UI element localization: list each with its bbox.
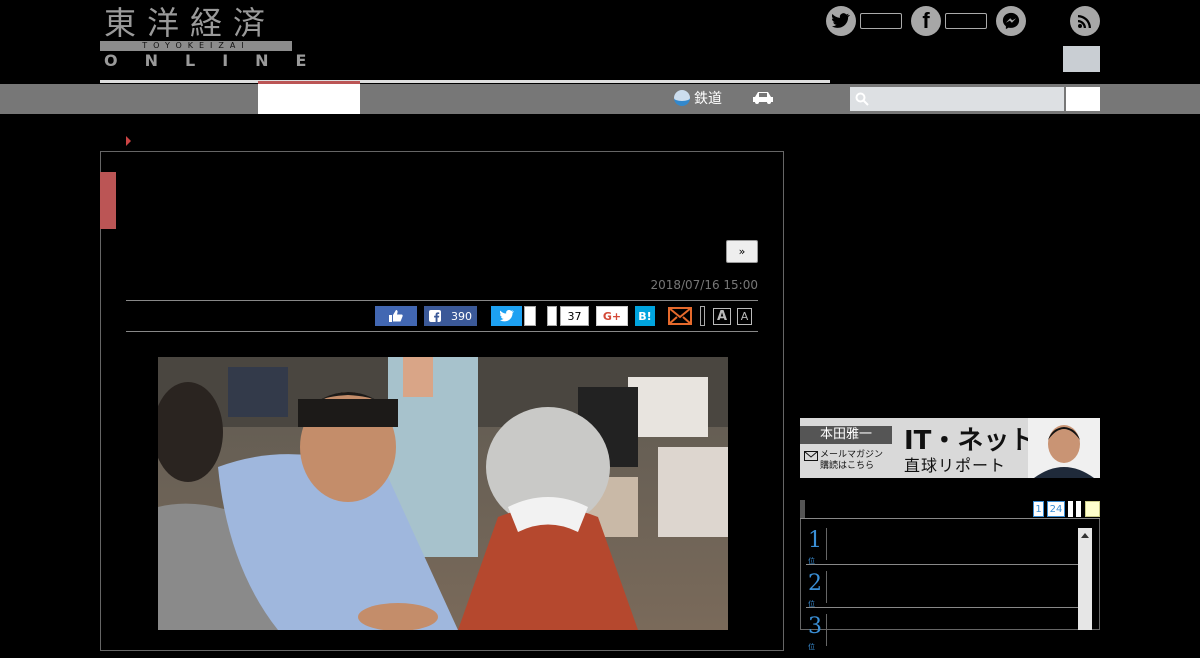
banner-title-line2: 直球リポート [904, 456, 1007, 475]
pocket-count: 37 [560, 306, 589, 326]
like-button[interactable] [375, 306, 417, 326]
newsletter-banner[interactable]: 本田雅一 メールマガジン 購読はこちら IT・ネット 直球リポート [800, 418, 1100, 478]
logo-online[interactable]: ONLINE [104, 52, 333, 70]
twitter-count-box [860, 13, 902, 29]
logo-japanese[interactable]: 東洋経済 [104, 4, 276, 42]
hatena-bookmark-button[interactable]: B! [635, 306, 655, 326]
ranking-item[interactable]: 3位 [806, 608, 1078, 651]
tweet-button[interactable] [491, 306, 522, 326]
messenger-icon[interactable] [996, 6, 1026, 36]
banner-sub-line2: 購読はこちら [820, 461, 875, 471]
search-icon [855, 92, 869, 106]
facebook-icon [429, 310, 441, 322]
facebook-icon[interactable]: f [911, 6, 941, 36]
banner-author-photo [1028, 418, 1100, 478]
pocket-button[interactable] [547, 306, 557, 326]
nav-top-line [100, 80, 830, 83]
login-button[interactable] [1063, 46, 1100, 72]
font-size-small-button[interactable]: A [737, 308, 752, 325]
divider-top [126, 300, 758, 301]
facebook-share-button[interactable]: 390 [424, 306, 477, 326]
article-date: 2018/07/16 15:00 [650, 278, 758, 292]
ranking-number: 3位 [808, 614, 822, 652]
banner-subtext: メールマガジン 購読はこちら [804, 450, 883, 472]
ranking-scrollbar[interactable] [1078, 528, 1092, 630]
nav-item-rail[interactable]: 鉄道 [674, 88, 722, 108]
twitter-icon [499, 310, 514, 322]
banner-sub-line1: メールマガジン [820, 450, 884, 460]
thumbs-up-icon [389, 310, 403, 322]
ranking-item[interactable]: 1位 [806, 522, 1078, 565]
font-size-large-button[interactable]: A [713, 308, 731, 325]
next-page-button[interactable]: » [726, 240, 758, 263]
ranking-tab-4[interactable] [1076, 501, 1081, 517]
breadcrumb-arrow-icon [126, 136, 131, 146]
ranking-item-divider [826, 528, 827, 560]
ranking-tab-1[interactable]: 1 [1033, 501, 1044, 517]
facebook-share-count: 390 [451, 309, 472, 323]
scroll-up-icon[interactable] [1081, 533, 1089, 538]
search-input[interactable] [850, 87, 1064, 111]
ranking-item-divider [826, 571, 827, 603]
facebook-count-box [945, 13, 987, 29]
nav-tab-active[interactable] [258, 81, 360, 114]
title-accent-bar [100, 172, 116, 229]
train-icon [674, 90, 690, 106]
search-button[interactable] [1066, 87, 1100, 111]
ranking-tab-3[interactable] [1068, 501, 1073, 517]
nav-rail-label: 鉄道 [694, 91, 722, 107]
ranking-tab-5[interactable] [1085, 501, 1100, 517]
envelope-icon [804, 450, 818, 461]
banner-author-name: 本田雅一 [800, 426, 892, 444]
ranking-item-divider [826, 614, 827, 646]
ranking-tab-24[interactable]: 24 [1047, 501, 1065, 517]
rss-icon[interactable] [1070, 6, 1100, 36]
twitter-icon[interactable] [826, 6, 856, 36]
mail-icon[interactable] [668, 306, 692, 326]
google-plus-button[interactable]: G+ [596, 306, 628, 326]
article-photo [158, 357, 728, 630]
share-divider [700, 306, 705, 326]
ranking-header-mark [800, 500, 805, 518]
tweet-count-box [524, 306, 536, 326]
ranking-item[interactable]: 2位 [806, 565, 1078, 608]
divider-bottom [126, 331, 758, 332]
car-icon[interactable] [752, 90, 774, 104]
